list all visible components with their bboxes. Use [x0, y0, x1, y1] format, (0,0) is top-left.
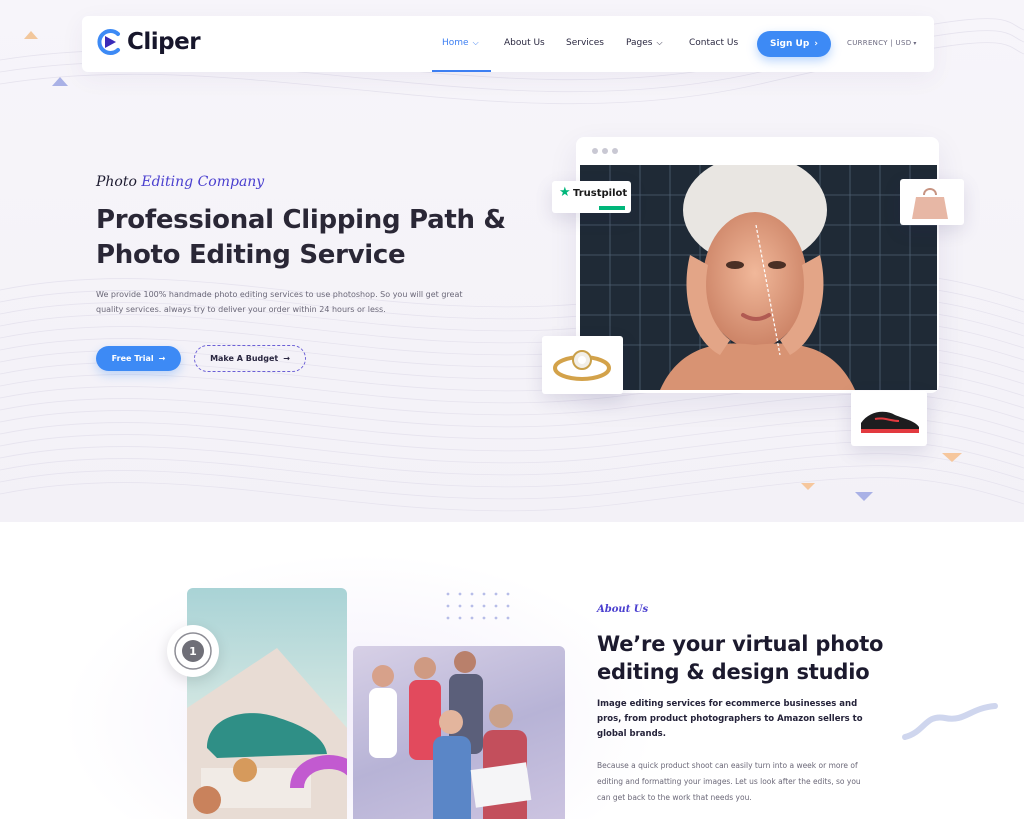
nav-label: About Us: [504, 38, 545, 48]
badge-number: 1: [189, 645, 197, 658]
nav-label: Pages: [626, 38, 653, 48]
hero-description: We provide 100% handmade photo editing s…: [96, 290, 463, 314]
decor-triangle: [24, 31, 38, 39]
handbag-product-card: [900, 179, 964, 225]
about-body: Because a quick product shoot can easily…: [597, 761, 861, 802]
caret-down-icon: ▾: [913, 40, 917, 47]
about-eyebrow: About Us: [597, 604, 649, 615]
nav-label: Contact Us: [689, 38, 739, 48]
chevron-right-icon: ›: [814, 39, 819, 49]
about-lead: Image editing services for ecommerce bus…: [597, 699, 863, 739]
sneaker-icon: [861, 411, 919, 433]
arrow-right-icon: →: [283, 354, 290, 363]
decor-triangle: [855, 492, 873, 501]
sign-up-button[interactable]: Sign Up ›: [757, 31, 831, 57]
free-trial-button[interactable]: Free Trial →: [96, 346, 181, 371]
ring-icon: [553, 350, 611, 381]
navbar: Cliper Home ⌵ About Us Services Pages ⌵ Co…: [82, 16, 934, 72]
model-illustration: [580, 165, 937, 390]
ring-product-card: [542, 336, 623, 394]
about-title: We’re your virtual photo editing & desig…: [597, 632, 884, 684]
handbag-icon: [912, 188, 948, 219]
trustpilot-rating-bar: [599, 206, 625, 210]
star-icon: ★: [559, 185, 571, 200]
team-illustration: [369, 651, 532, 819]
chevron-down-icon: ⌵: [472, 38, 479, 47]
currency-label: CURRENCY | USD: [847, 39, 912, 47]
nav-item-contact-us[interactable]: Contact Us: [689, 38, 738, 48]
hero-title: Professional Clipping Path & Photo Editi…: [96, 205, 506, 270]
arrow-right-icon: →: [158, 354, 166, 363]
eyebrow-prefix: Photo: [96, 174, 137, 190]
shoe-illustration: [187, 648, 347, 819]
nav-label: Services: [566, 38, 604, 48]
brand-logo[interactable]: Cliper: [96, 28, 201, 56]
nav-item-services[interactable]: Services: [566, 38, 604, 48]
shoe-product-photo: [187, 588, 347, 819]
cliper-logo-icon: [97, 29, 120, 55]
hero-model-photo: [580, 165, 937, 390]
nav-item-home[interactable]: Home ⌵: [442, 38, 479, 48]
award-medal-icon: 1: [174, 632, 212, 670]
decor-ribbon: [902, 703, 998, 740]
nav-label: Home: [442, 38, 469, 48]
currency-selector[interactable]: CURRENCY | USD ▾: [847, 39, 917, 47]
team-photo: [353, 646, 565, 819]
sneaker-product-card: [851, 391, 927, 446]
decor-triangle: [942, 453, 962, 462]
browser-window-dots: [592, 148, 618, 154]
eyebrow-accent: Editing Company: [141, 174, 265, 190]
free-trial-label: Free Trial: [111, 354, 154, 363]
active-nav-indicator: [432, 70, 491, 72]
about-section: 1 About Us We’re your virtual photo edit…: [0, 522, 1024, 819]
nav-item-about-us[interactable]: About Us: [504, 38, 545, 48]
make-a-budget-label: Make A Budget: [210, 354, 279, 363]
make-a-budget-button[interactable]: Make A Budget →: [194, 345, 306, 372]
award-badge: 1: [167, 625, 219, 677]
decor-triangle: [52, 77, 68, 86]
trustpilot-card: ★ Trustpilot: [552, 181, 631, 213]
brand-name: Cliper: [127, 29, 201, 55]
sign-up-label: Sign Up: [769, 39, 810, 49]
chevron-down-icon: ⌵: [656, 38, 663, 47]
decor-dot-grid: [446, 592, 510, 620]
trustpilot-label: Trustpilot: [573, 188, 628, 199]
hero-eyebrow: Photo Editing Company: [96, 174, 264, 190]
decor-triangle: [801, 483, 815, 490]
nav-item-pages[interactable]: Pages ⌵: [626, 38, 663, 48]
